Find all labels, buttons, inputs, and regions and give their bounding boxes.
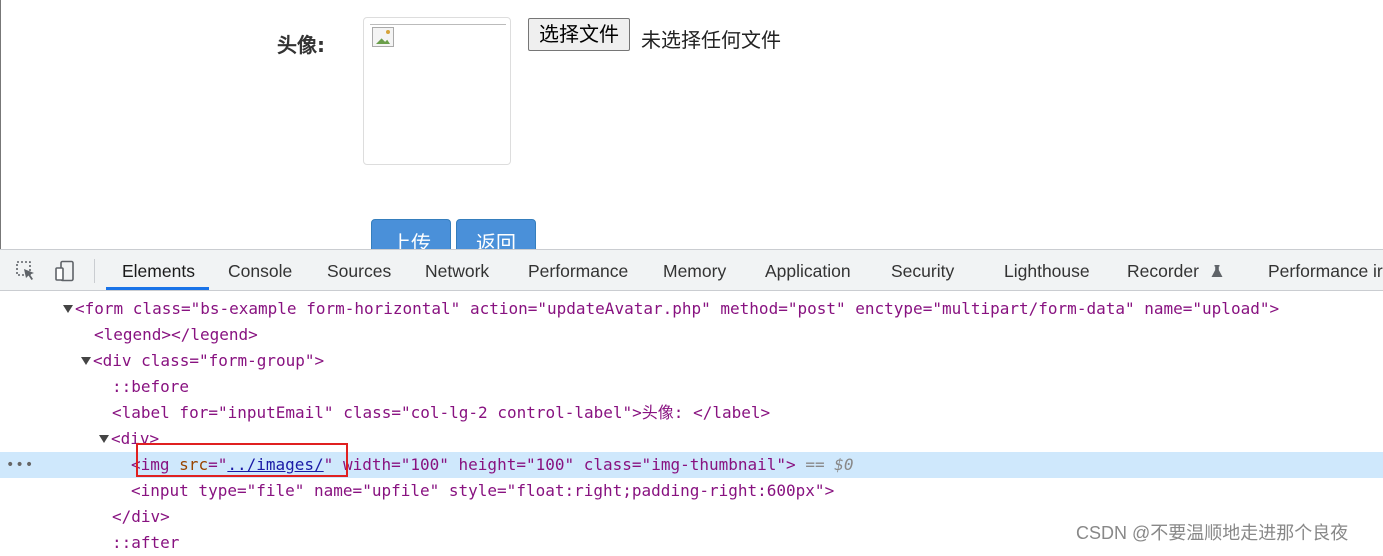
tab-sources[interactable]: Sources xyxy=(327,250,391,290)
tab-network[interactable]: Network xyxy=(425,250,489,290)
tab-lighthouse[interactable]: Lighthouse xyxy=(1004,250,1090,290)
tab-memory[interactable]: Memory xyxy=(663,250,726,290)
tree-row-before[interactable]: ::before xyxy=(0,374,1383,400)
broken-image xyxy=(370,24,506,55)
avatar-thumbnail xyxy=(363,17,511,165)
devtools-panel: Elements Console Sources Network Perform… xyxy=(0,249,1383,552)
toolbar-separator xyxy=(94,259,95,283)
web-page: 头像: 选择文件 未选择任何文件 上传 返回 xyxy=(0,0,1383,249)
tree-row-form-group[interactable]: <div class="form-group"> xyxy=(0,348,1383,374)
device-toolbar-icon[interactable] xyxy=(54,260,76,282)
page-left-border xyxy=(0,0,1,249)
tab-security[interactable]: Security xyxy=(891,250,954,290)
div-close-text: </div> xyxy=(112,507,170,526)
tree-row-legend[interactable]: <legend></legend> xyxy=(0,322,1383,348)
form-tag-text: <form class="bs-example form-horizontal"… xyxy=(75,299,1280,318)
csdn-watermark: CSDN @不要温顺地走进那个良夜 xyxy=(1076,523,1349,543)
elements-tree: <form class="bs-example form-horizontal"… xyxy=(0,292,1383,552)
tab-performance-insights[interactable]: Performance ir xyxy=(1268,250,1383,290)
legend-tag-text: <legend></legend> xyxy=(94,325,258,344)
broken-image-icon xyxy=(372,27,394,47)
devtools-toolbar: Elements Console Sources Network Perform… xyxy=(0,250,1383,291)
tab-performance[interactable]: Performance xyxy=(528,250,628,290)
collapse-triangle-icon[interactable] xyxy=(99,435,109,443)
pseudo-after-text: ::after xyxy=(112,533,180,552)
highlight-annotation-box xyxy=(136,443,348,477)
tab-recorder[interactable]: Recorder xyxy=(1127,250,1224,290)
tab-console[interactable]: Console xyxy=(228,250,292,290)
tab-application[interactable]: Application xyxy=(765,250,851,290)
file-status-text: 未选择任何文件 xyxy=(641,28,781,52)
collapse-triangle-icon[interactable] xyxy=(63,305,73,313)
img-attrs-text: width="100" height="100" class="img-thum… xyxy=(342,455,796,474)
tree-row-form[interactable]: <form class="bs-example form-horizontal"… xyxy=(0,296,1383,322)
experiment-flask-icon xyxy=(1211,265,1223,277)
selected-node-marker: == $0 xyxy=(805,455,854,474)
more-options-icon[interactable]: ••• xyxy=(6,452,34,478)
tree-row-label[interactable]: <label for="inputEmail" class="col-lg-2 … xyxy=(0,400,1383,426)
collapse-triangle-icon[interactable] xyxy=(81,357,91,365)
tab-recorder-label: Recorder xyxy=(1127,261,1199,281)
inspect-element-icon[interactable] xyxy=(15,260,37,282)
div-form-group-text: <div class="form-group"> xyxy=(93,351,325,370)
tree-row-input[interactable]: <input type="file" name="upfile" style="… xyxy=(0,478,1383,504)
upload-button[interactable]: 上传 xyxy=(371,219,451,249)
pseudo-before-text: ::before xyxy=(112,377,190,396)
input-tag-text: <input type="file" name="upfile" style="… xyxy=(131,481,835,500)
back-button[interactable]: 返回 xyxy=(456,219,536,249)
active-tab-indicator xyxy=(106,287,209,290)
avatar-label: 头像: xyxy=(277,33,325,57)
choose-file-button[interactable]: 选择文件 xyxy=(528,18,630,51)
label-tag-text: <label for="inputEmail" class="col-lg-2 … xyxy=(112,403,771,422)
tab-elements[interactable]: Elements xyxy=(122,250,195,290)
